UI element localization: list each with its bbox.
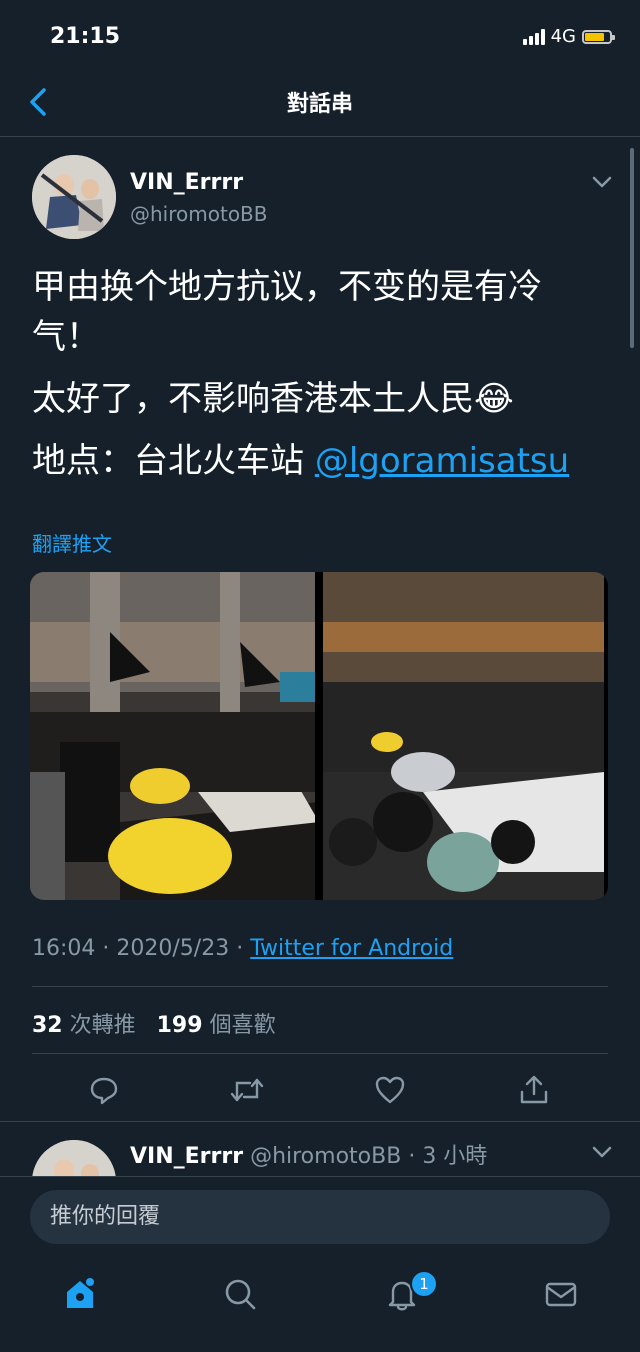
share-icon (520, 1075, 548, 1104)
stats-divider (32, 986, 608, 987)
reply-tweet-preview[interactable]: VIN_Errrr @hiromotoBB · 3 小時 (0, 1122, 640, 1178)
mention-link[interactable]: @lgoramisatsu (315, 441, 569, 481)
reply-age: 3 小時 (422, 1144, 488, 1169)
avatar[interactable] (32, 1140, 116, 1178)
search-icon (225, 1279, 256, 1310)
tweet-body: 甲由换个地方抗议，不变的是有冷气！ 太好了，不影响香港本土人民😂 地点：台北火车… (32, 262, 592, 486)
tweet-date: 2020/5/23 (116, 936, 230, 961)
home-icon (67, 1278, 94, 1308)
like-label[interactable]: 個喜歡 (210, 1013, 276, 1038)
reply-display-name[interactable]: VIN_Errrr (130, 1144, 243, 1169)
retweet-label[interactable]: 次轉推 (70, 1013, 136, 1038)
notification-badge: 1 (410, 1270, 438, 1298)
tab-home[interactable] (60, 1274, 100, 1314)
retweet-button[interactable] (227, 1070, 267, 1110)
meta-separator: · (102, 936, 110, 961)
header-divider (0, 136, 640, 137)
reply-handle[interactable]: @hiromotoBB (250, 1144, 401, 1169)
tweet-timestamp: 16:04 · 2020/5/23 · Twitter for Android (32, 936, 453, 961)
like-button[interactable] (370, 1070, 410, 1110)
tweet-line: 太好了，不影响香港本土人民😂 (32, 379, 514, 419)
meta-separator: · (408, 1144, 416, 1169)
heart-icon (375, 1076, 405, 1104)
tweet-photo[interactable] (30, 572, 315, 900)
signal-icon (522, 28, 545, 45)
tab-messages[interactable] (541, 1274, 581, 1314)
scrollbar[interactable] (630, 148, 634, 348)
tweet-media (30, 572, 608, 900)
client-link[interactable]: Twitter for Android (250, 936, 453, 961)
tweet-line: 甲由换个地方抗议，不变的是有冷气！ (32, 267, 542, 357)
reply-header: VIN_Errrr @hiromotoBB · 3 小時 (130, 1138, 487, 1170)
avatar[interactable] (32, 155, 116, 239)
chevron-down-icon[interactable] (588, 1140, 616, 1164)
page-title: 對話串 (286, 92, 353, 117)
mail-icon (545, 1282, 577, 1307)
location-text: 地点：台北火车站 (32, 441, 315, 481)
tweet-stats: 32 次轉推 199 個喜歡 (32, 1007, 276, 1039)
tweet-location-line: 地点：台北火车站 @lgoramisatsu (32, 436, 592, 486)
network-type: 4G (550, 26, 576, 47)
reply-input[interactable]: 推你的回覆 (30, 1190, 610, 1244)
translate-tweet-link[interactable]: 翻譯推文 (32, 528, 112, 557)
reply-button[interactable] (84, 1070, 124, 1110)
like-count[interactable]: 199 (157, 1013, 203, 1038)
tweet-actions (0, 1070, 640, 1110)
status-time: 21:15 (50, 24, 121, 49)
tab-search[interactable] (220, 1274, 260, 1314)
display-name[interactable]: VIN_Errrr (130, 170, 243, 195)
tweet-photo[interactable] (323, 572, 608, 900)
actions-divider (32, 1053, 608, 1054)
chevron-down-icon[interactable] (588, 170, 616, 194)
status-indicators: 4G (522, 26, 615, 47)
tweet-time: 16:04 (32, 936, 96, 961)
meta-separator: · (236, 936, 244, 961)
user-handle[interactable]: @hiromotoBB (130, 202, 268, 226)
battery-icon (582, 29, 615, 44)
retweet-icon (230, 1078, 264, 1102)
share-button[interactable] (514, 1070, 554, 1110)
reply-icon (90, 1077, 118, 1105)
retweet-count[interactable]: 32 (32, 1013, 63, 1038)
